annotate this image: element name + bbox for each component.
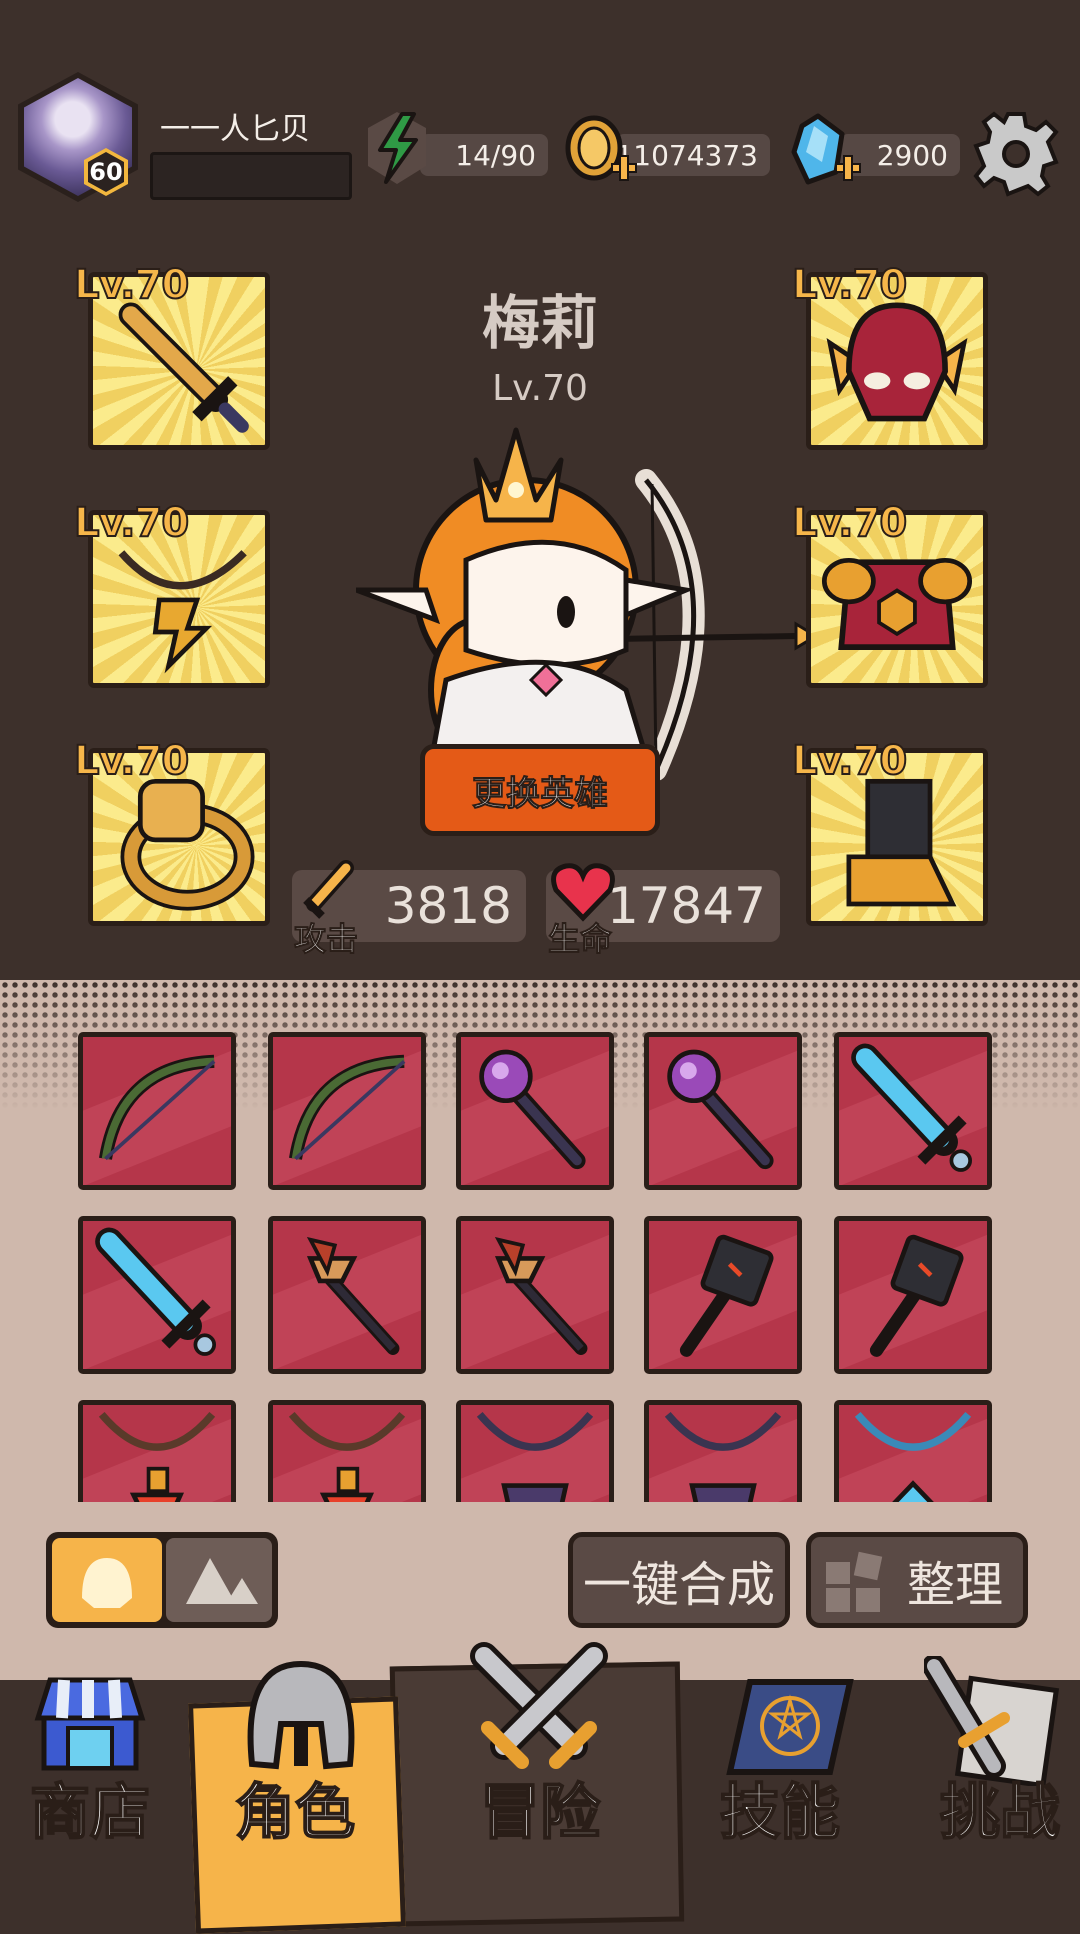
blue-necklace-icon [854,1411,972,1502]
sort-grid-icon [826,1551,883,1612]
vine-bow-icon [289,1054,406,1161]
nav-challenge-tab[interactable]: 挑战 [920,1764,1080,1851]
vine-bow-icon [99,1054,216,1161]
toggle-materials[interactable] [166,1538,272,1622]
inventory-item-dark-necklace[interactable] [456,1400,614,1502]
armor-level: Lv.70 [791,499,908,547]
boots-level: Lv.70 [791,737,908,785]
ice-sword-icon [851,1043,973,1172]
energy-counter: 14/90 [420,134,548,176]
helmet-level: Lv.70 [791,261,908,309]
nav-adventure-tab[interactable]: 冒险 [450,1764,630,1851]
inventory-item-fang-necklace[interactable] [268,1400,426,1502]
gem-value: 2900 [876,138,948,172]
necklace-level: Lv.70 [73,499,190,547]
player-level: 60 [88,152,124,192]
dark-necklace-icon [476,1411,594,1502]
inventory-item-dark-necklace[interactable] [644,1400,802,1502]
ring-level: Lv.70 [73,737,190,785]
view-toggle [46,1532,278,1628]
change-hero-button[interactable]: 更换英雄 [420,744,660,836]
hero-elf-archer-illustration [356,427,816,790]
inventory-item-ice-sword[interactable] [834,1032,992,1190]
inventory-item-bone-dagger[interactable] [456,1216,614,1374]
inventory-item-war-hammer[interactable] [834,1216,992,1374]
attack-value: 3818 [384,877,512,935]
shop-stall-icon [34,1677,146,1771]
hp-value: 17847 [606,877,766,935]
toggle-equipment[interactable] [52,1538,162,1622]
bone-dagger-icon [306,1236,400,1355]
dark-necklace-icon [664,1411,782,1502]
settings-gear-icon[interactable] [972,110,1060,198]
fang-necklace-icon [288,1411,406,1502]
inventory-item-vine-bow[interactable] [78,1032,236,1190]
nav-shop-tab[interactable]: 商店 [10,1764,170,1851]
gold-coin-add-icon[interactable] [560,112,640,192]
inventory-item-war-hammer[interactable] [644,1216,802,1374]
inventory-grid[interactable] [0,1020,1080,1502]
attack-label: 攻击 [293,920,359,959]
energy-bolt-icon [368,112,426,184]
orb-staff-icon [667,1049,774,1170]
xp-bar [150,152,352,200]
stone-toggle-icon [186,1558,258,1604]
inventory-item-vine-bow[interactable] [268,1032,426,1190]
sort-label: 整理 [906,1557,1003,1613]
inventory-item-blue-necklace[interactable] [834,1400,992,1502]
hp-label: 生命 [547,920,613,959]
war-hammer-icon [679,1234,774,1357]
energy-value: 14/90 [455,138,536,172]
inventory-item-fang-necklace[interactable] [78,1400,236,1502]
bone-dagger-icon [494,1236,588,1355]
player-name: 一一人匕贝 [160,112,310,147]
weapon-level: Lv.70 [73,261,190,309]
helmet-toggle-icon [82,1558,132,1608]
fang-necklace-icon [98,1411,216,1502]
nav-skills-tab[interactable]: 技能 [700,1764,860,1851]
inventory-item-bone-dagger[interactable] [268,1216,426,1374]
nav-hero-tab[interactable]: 角色 [210,1764,380,1851]
inventory-item-orb-staff[interactable] [644,1032,802,1190]
ice-sword-icon [95,1227,217,1356]
inventory-item-orb-staff[interactable] [456,1032,614,1190]
inventory-item-ice-sword[interactable] [78,1216,236,1374]
war-hammer-icon [869,1234,964,1357]
gem-add-icon[interactable] [784,112,864,192]
auto-merge-button[interactable]: 一键合成 [568,1532,790,1628]
orb-staff-icon [479,1049,586,1170]
